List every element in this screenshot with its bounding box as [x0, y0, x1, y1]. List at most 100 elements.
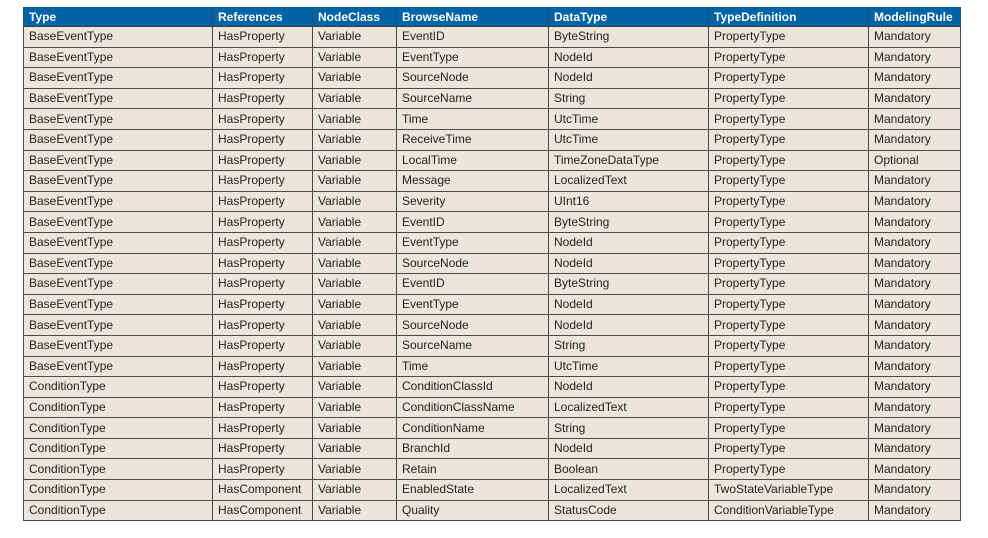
table-row: BaseEventType HasProperty Variable EventTyp…	[23, 46, 961, 69]
cell-browsename: SourceNode	[396, 314, 549, 336]
cell-modelingrule: Mandatory	[868, 396, 961, 419]
cell-modelingrule: Mandatory	[868, 231, 961, 254]
cell-datatype: UtcTime	[548, 128, 709, 151]
column-header-typedefinition: TypeDefinition	[708, 7, 869, 27]
cell-type: BaseEventType	[23, 128, 213, 151]
cell-nodeclass: Variable	[312, 417, 397, 439]
cell-type: BaseEventType	[23, 355, 213, 378]
table-row: ConditionType HasProperty Variable BranchId…	[23, 437, 961, 460]
cell-nodeclass: Variable	[312, 273, 397, 295]
cell-type: ConditionType	[23, 499, 213, 522]
table-row: BaseEventType HasProperty Variable EventID B…	[23, 273, 961, 295]
cell-datatype: NodeId	[548, 46, 709, 69]
cell-nodeclass: Variable	[312, 211, 397, 233]
cell-browsename: Time	[396, 108, 549, 130]
cell-nodeclass: Variable	[312, 231, 397, 254]
cell-references: HasProperty	[212, 355, 313, 378]
cell-modelingrule: Mandatory	[868, 479, 961, 501]
cell-nodeclass: Variable	[312, 26, 397, 48]
cell-browsename: SourceNode	[396, 252, 549, 275]
cell-references: HasProperty	[212, 170, 313, 192]
cell-modelingrule: Mandatory	[868, 46, 961, 69]
cell-browsename: ReceiveTime	[396, 128, 549, 151]
cell-browsename: EventType	[396, 231, 549, 254]
cell-browsename: BranchId	[396, 437, 549, 460]
cell-nodeclass: Variable	[312, 87, 397, 110]
cell-nodeclass: Variable	[312, 396, 397, 419]
cell-nodeclass: Variable	[312, 437, 397, 460]
cell-typedefinition: PropertyType	[708, 334, 869, 357]
cell-modelingrule: Mandatory	[868, 26, 961, 48]
cell-modelingrule: Mandatory	[868, 67, 961, 89]
cell-datatype: NodeId	[548, 376, 709, 398]
table-row: ConditionType HasComponent Variable Enabled…	[23, 479, 961, 501]
table-row: BaseEventType HasProperty Variable EventTyp…	[23, 293, 961, 316]
cell-datatype: TimeZoneDataType	[548, 149, 709, 172]
column-header-modelingrule: ModelingRule	[868, 7, 961, 27]
table-row: BaseEventType HasProperty Variable SourceNo…	[23, 252, 961, 275]
cell-references: HasProperty	[212, 26, 313, 48]
cell-typedefinition: PropertyType	[708, 396, 869, 419]
cell-nodeclass: Variable	[312, 479, 397, 501]
table-row: ConditionType HasProperty Variable Conditio…	[23, 376, 961, 398]
cell-references: HasProperty	[212, 293, 313, 316]
cell-datatype: NodeId	[548, 314, 709, 336]
cell-typedefinition: PropertyType	[708, 87, 869, 110]
cell-typedefinition: PropertyType	[708, 46, 869, 69]
cell-datatype: NodeId	[548, 293, 709, 316]
table-row: BaseEventType HasProperty Variable SourceNo…	[23, 314, 961, 336]
cell-nodeclass: Variable	[312, 458, 397, 481]
cell-typedefinition: PropertyType	[708, 128, 869, 151]
cell-type: BaseEventType	[23, 67, 213, 89]
cell-typedefinition: PropertyType	[708, 437, 869, 460]
table-row: BaseEventType HasProperty Variable Time UtcT…	[23, 355, 961, 378]
cell-typedefinition: PropertyType	[708, 149, 869, 172]
cell-type: ConditionType	[23, 376, 213, 398]
cell-modelingrule: Mandatory	[868, 128, 961, 151]
table-row: BaseEventType HasProperty Variable LocalTim…	[23, 149, 961, 172]
cell-type: ConditionType	[23, 437, 213, 460]
cell-browsename: Retain	[396, 458, 549, 481]
cell-modelingrule: Mandatory	[868, 252, 961, 275]
table-row: BaseEventType HasProperty Variable EventID B…	[23, 211, 961, 233]
cell-modelingrule: Mandatory	[868, 437, 961, 460]
cell-typedefinition: PropertyType	[708, 190, 869, 213]
table-row: ConditionType HasProperty Variable Conditio…	[23, 396, 961, 419]
cell-nodeclass: Variable	[312, 293, 397, 316]
cell-modelingrule: Mandatory	[868, 87, 961, 110]
cell-references: HasProperty	[212, 437, 313, 460]
cell-modelingrule: Mandatory	[868, 334, 961, 357]
cell-type: BaseEventType	[23, 26, 213, 48]
cell-type: BaseEventType	[23, 231, 213, 254]
table-row: BaseEventType HasProperty Variable EventID B…	[23, 26, 961, 48]
table-row: BaseEventType HasProperty Variable Time UtcT…	[23, 108, 961, 130]
cell-browsename: EventID	[396, 26, 549, 48]
table-row: ConditionType HasProperty Variable Conditio…	[23, 417, 961, 439]
cell-datatype: UtcTime	[548, 355, 709, 378]
cell-type: ConditionType	[23, 479, 213, 501]
table-row: BaseEventType HasProperty Variable SourceNa…	[23, 334, 961, 357]
cell-datatype: NodeId	[548, 67, 709, 89]
cell-datatype: NodeId	[548, 252, 709, 275]
cell-nodeclass: Variable	[312, 499, 397, 522]
table-row: BaseEventType HasProperty Variable Severity…	[23, 190, 961, 213]
cell-nodeclass: Variable	[312, 46, 397, 69]
cell-browsename: SourceNode	[396, 67, 549, 89]
table-row: BaseEventType HasProperty Variable ReceiveT…	[23, 128, 961, 151]
cell-typedefinition: PropertyType	[708, 231, 869, 254]
cell-typedefinition: PropertyType	[708, 170, 869, 192]
cell-type: ConditionType	[23, 417, 213, 439]
cell-browsename: EventID	[396, 273, 549, 295]
cell-modelingrule: Mandatory	[868, 458, 961, 481]
cell-references: HasProperty	[212, 190, 313, 213]
cell-references: HasProperty	[212, 458, 313, 481]
cell-type: BaseEventType	[23, 293, 213, 316]
cell-typedefinition: PropertyType	[708, 417, 869, 439]
type-definition-table: Type References NodeClass BrowseName DataTyp…	[23, 7, 961, 522]
cell-nodeclass: Variable	[312, 170, 397, 192]
cell-references: HasProperty	[212, 87, 313, 110]
cell-browsename: Severity	[396, 190, 549, 213]
cell-type: BaseEventType	[23, 149, 213, 172]
cell-modelingrule: Mandatory	[868, 190, 961, 213]
cell-references: HasProperty	[212, 46, 313, 69]
